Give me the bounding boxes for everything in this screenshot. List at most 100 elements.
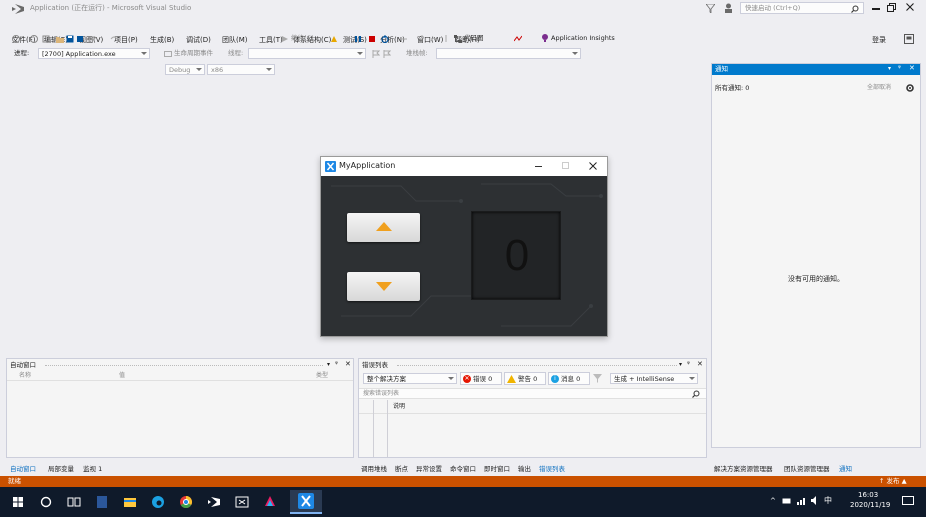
error-list-grip[interactable]	[397, 365, 677, 366]
platform-select[interactable]: x86	[207, 64, 275, 75]
tab-notifications[interactable]: 通知	[839, 463, 852, 473]
minimize-button[interactable]	[872, 8, 880, 10]
step-into-icon[interactable]	[418, 35, 426, 43]
blend-icon[interactable]	[234, 494, 250, 510]
tab-output[interactable]: 输出	[518, 463, 531, 473]
task-view-icon[interactable]	[66, 494, 82, 510]
build-filter-select[interactable]: 生成 + IntelliSense	[610, 373, 698, 384]
stack-frame-select[interactable]	[436, 48, 581, 59]
error-search-input[interactable]: 搜索错误列表	[359, 388, 706, 399]
network-icon[interactable]	[796, 496, 806, 505]
battery-icon[interactable]	[782, 497, 792, 505]
pin-icon[interactable]: ᵠ	[898, 65, 901, 72]
tab-watch1[interactable]: 监视 1	[83, 463, 102, 473]
flag-thread-icon[interactable]	[372, 50, 380, 58]
restore-button[interactable]	[887, 3, 896, 12]
myapplication-taskbar-button[interactable]	[290, 490, 322, 514]
file-explorer-icon[interactable]	[122, 494, 138, 510]
clock-date[interactable]: 2020/11/19	[850, 502, 890, 509]
tab-error-list[interactable]: 错误列表	[539, 463, 565, 473]
feedback-icon[interactable]	[724, 3, 733, 13]
close-icon[interactable]: ✕	[909, 65, 915, 72]
restart-icon[interactable]	[381, 35, 389, 43]
diagnostics-icon[interactable]	[514, 35, 522, 43]
tab-team-explorer[interactable]: 团队资源管理器	[784, 463, 830, 473]
undo-icon[interactable]	[90, 35, 98, 43]
tab-solution-explorer[interactable]: 解决方案资源管理器	[714, 463, 773, 473]
tab-immediate-window[interactable]: 即时窗口	[484, 463, 510, 473]
errors-filter-button[interactable]: ✕ 错误 0	[460, 372, 502, 385]
pause-icon[interactable]	[354, 35, 362, 43]
column-type[interactable]: 类型	[316, 373, 328, 379]
column-name[interactable]: 名称	[19, 373, 31, 379]
process-select[interactable]: [2700] Application.exe	[38, 48, 150, 59]
forward-icon[interactable]	[30, 35, 38, 43]
visual-studio-icon[interactable]	[206, 494, 222, 510]
open-file-icon[interactable]	[56, 35, 64, 43]
tab-locals[interactable]: 局部变量	[48, 463, 74, 473]
continue-icon[interactable]	[281, 35, 289, 43]
column-value[interactable]: 值	[119, 373, 125, 379]
app-minimize-button[interactable]	[535, 166, 542, 167]
back-icon[interactable]	[12, 35, 20, 43]
configuration-select[interactable]: Debug	[165, 64, 205, 75]
close-icon[interactable]: ✕	[697, 361, 703, 368]
increment-button[interactable]	[347, 213, 420, 242]
pin-icon[interactable]: ᵠ	[687, 361, 690, 368]
error-scope-select[interactable]: 整个解决方案	[363, 373, 457, 384]
continue-button[interactable]: 继续(C)	[291, 35, 314, 42]
app-insights-button[interactable]: Application Insights	[551, 35, 615, 42]
new-project-icon[interactable]	[42, 35, 50, 43]
decrement-button[interactable]	[347, 272, 420, 301]
app-close-button[interactable]	[589, 162, 597, 170]
ime-indicator[interactable]: 中	[824, 497, 832, 505]
quick-launch-input[interactable]: 快速启动 (Ctrl+Q)	[740, 2, 864, 14]
hot-reload-icon[interactable]	[330, 35, 338, 43]
column-description[interactable]: 说明	[393, 404, 405, 410]
paint-icon[interactable]	[262, 494, 278, 510]
code-map-button[interactable]: 代码图	[464, 35, 484, 42]
windows-start-icon[interactable]	[10, 494, 26, 510]
search-icon[interactable]	[38, 494, 54, 510]
app-insights-icon[interactable]	[541, 34, 549, 42]
lifecycle-events-icon[interactable]	[164, 50, 172, 58]
close-button[interactable]	[906, 3, 914, 11]
filter-icon[interactable]	[706, 4, 715, 13]
save-icon[interactable]	[66, 35, 74, 43]
close-icon[interactable]: ✕	[345, 361, 351, 368]
stop-icon[interactable]	[368, 35, 376, 43]
redo-icon[interactable]	[110, 35, 118, 43]
panel-dropdown-icon[interactable]: ▾	[327, 362, 330, 368]
code-map-icon[interactable]	[454, 35, 462, 43]
thread-select[interactable]	[248, 48, 366, 59]
step-out-icon[interactable]	[442, 35, 450, 43]
pin-icon[interactable]: ᵠ	[335, 361, 338, 368]
publish-button[interactable]: ↑ 发布 ▲	[879, 478, 907, 485]
tab-autos[interactable]: 自动窗口	[10, 463, 36, 473]
autos-grip[interactable]	[45, 365, 323, 366]
warnings-filter-button[interactable]: 警告 0	[504, 372, 546, 385]
panel-dropdown-icon[interactable]: ▾	[679, 362, 682, 368]
panel-dropdown-icon[interactable]: ▾	[888, 66, 891, 72]
chrome-icon[interactable]	[178, 494, 194, 510]
step-over-icon[interactable]	[430, 35, 438, 43]
edge-icon[interactable]	[150, 494, 166, 510]
office-icon[interactable]	[94, 494, 110, 510]
action-center-icon[interactable]	[902, 496, 914, 506]
tab-breakpoints[interactable]: 断点	[395, 463, 408, 473]
show-flagged-icon[interactable]	[383, 50, 391, 58]
clock-time[interactable]: 16:03	[858, 492, 878, 499]
filter-icon[interactable]	[593, 374, 602, 383]
tab-command-window[interactable]: 命令窗口	[450, 463, 476, 473]
lifecycle-events-button[interactable]: 生命周期事件	[174, 50, 213, 57]
save-all-icon[interactable]	[76, 35, 84, 43]
tray-expand-icon[interactable]: ^	[770, 498, 776, 505]
tab-call-stack[interactable]: 调用堆栈	[361, 463, 387, 473]
tab-exception-settings[interactable]: 异常设置	[416, 463, 442, 473]
show-next-statement-icon[interactable]	[400, 35, 408, 43]
volume-icon[interactable]	[810, 496, 820, 505]
messages-filter-button[interactable]: i 消息 0	[548, 372, 590, 385]
gear-icon[interactable]	[905, 83, 915, 93]
dismiss-all-link[interactable]: 全部取消	[867, 85, 891, 91]
app-maximize-button[interactable]	[562, 162, 569, 169]
